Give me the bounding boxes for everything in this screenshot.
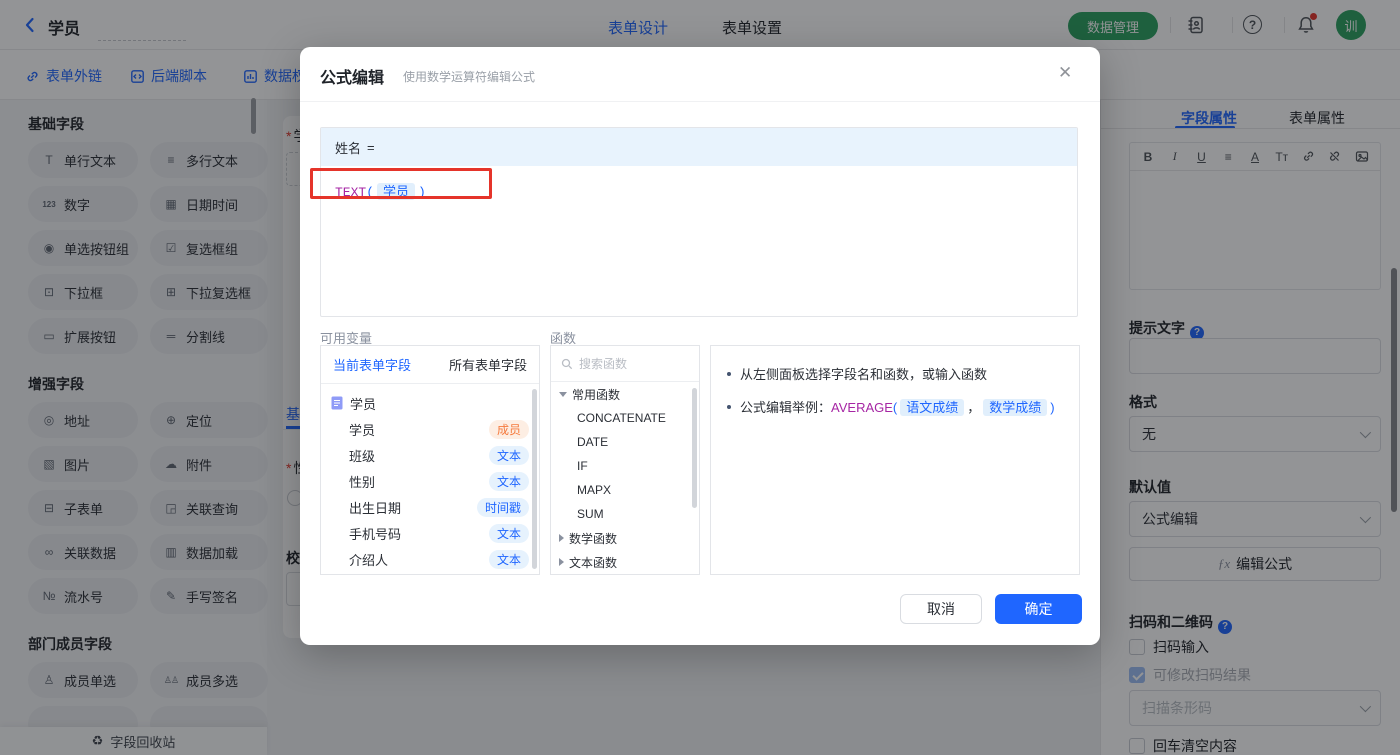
form-doc-icon	[331, 396, 343, 410]
variable-name: 学员	[349, 422, 376, 438]
formula-open-paren: (	[366, 185, 375, 200]
example-field-chip: 数学成绩	[983, 399, 1048, 416]
group-label: 常用函数	[572, 387, 621, 402]
variable-name: 出生日期	[349, 500, 402, 516]
function-item[interactable]: MAPX	[551, 478, 699, 502]
formula-help-panel: 从左侧面板选择字段名和函数，或输入函数 公式编辑举例：AVERAGE(语文成绩，…	[710, 345, 1080, 575]
example-open-paren: (	[892, 400, 898, 415]
variable-row[interactable]: 出生日期 时间戳	[321, 494, 539, 520]
variable-name: 介绍人	[349, 552, 389, 568]
function-item[interactable]: SUM	[551, 502, 699, 526]
help-line-2: 公式编辑举例：AVERAGE(语文成绩，数学成绩)	[727, 397, 1063, 416]
formula-equals: =	[367, 139, 375, 155]
group-label: 文本函数	[569, 555, 618, 570]
variable-row[interactable]: 手机号码 文本	[321, 520, 539, 546]
example-close-paren: )	[1050, 400, 1055, 415]
close-icon[interactable]: ✕	[1058, 63, 1072, 83]
variable-row[interactable]: 班级 文本	[321, 442, 539, 468]
formula-editor-modal: 公式编辑 使用数学运算符编辑公式 ✕ 姓名 = TEXT(学员) 可用变量 函数…	[300, 47, 1100, 645]
caret-right-icon	[559, 534, 564, 542]
example-function: AVERAGE	[831, 400, 893, 415]
variables-tabs: 当前表单字段 所有表单字段	[321, 346, 539, 384]
function-group-math[interactable]: 数学函数	[551, 526, 699, 550]
caret-down-icon	[559, 391, 567, 397]
bullet-icon	[727, 404, 731, 409]
example-field-chip: 语文成绩	[900, 399, 965, 416]
type-tag-text: 文本	[488, 523, 529, 543]
formula-function-token: TEXT	[335, 185, 367, 200]
function-search[interactable]	[551, 346, 699, 382]
variables-scrollbar[interactable]	[532, 389, 537, 569]
tab-current-form-fields[interactable]: 当前表单字段	[333, 355, 411, 374]
help-example-prefix: 公式编辑举例：	[740, 400, 832, 415]
caret-right-icon	[559, 558, 564, 566]
modal-title: 公式编辑	[320, 70, 385, 87]
app-screen: 学员 表单设计 表单设置 数据管理 ? 训 表单外链 后端脚本 数据权 预览	[0, 0, 1400, 755]
formula-target-bar: 姓名 =	[321, 128, 1077, 166]
variables-panel: 当前表单字段 所有表单字段 学员 学员 成员 班级 文本 性别 文本 出生日期 时间戳 …	[320, 345, 540, 575]
formula-target-field: 姓名	[335, 140, 362, 156]
modal-subtitle: 使用数学运算符编辑公式	[403, 70, 536, 84]
variable-row[interactable]: 性别 文本	[321, 468, 539, 494]
group-label: 数学函数	[569, 531, 618, 546]
variable-name: 手机号码	[349, 526, 402, 542]
cancel-button[interactable]: 取消	[900, 594, 982, 624]
variable-row[interactable]: 介绍人 文本	[321, 546, 539, 572]
formula-field-chip[interactable]: 学员	[377, 183, 416, 200]
functions-panel: 常用函数 CONCATENATE DATE IF MAPX SUM 数学函数 文…	[550, 345, 700, 575]
function-item[interactable]: IF	[551, 454, 699, 478]
function-group-text[interactable]: 文本函数	[551, 550, 699, 574]
variable-name: 性别	[349, 474, 376, 490]
formula-expression[interactable]: TEXT(学员)	[321, 166, 1077, 215]
variable-name: 班级	[349, 448, 376, 464]
functions-scrollbar[interactable]	[692, 388, 697, 508]
modal-header-divider	[300, 101, 1100, 102]
function-item[interactable]: DATE	[551, 430, 699, 454]
help-line-1: 从左侧面板选择字段名和函数，或输入函数	[727, 364, 1063, 383]
function-search-input[interactable]	[579, 356, 679, 371]
type-tag-text: 文本	[488, 471, 529, 491]
variables-root-node[interactable]: 学员	[321, 390, 539, 416]
bullet-icon	[727, 371, 731, 376]
help-example: 公式编辑举例：AVERAGE(语文成绩，数学成绩)	[740, 397, 1055, 416]
function-group-common[interactable]: 常用函数	[551, 382, 699, 406]
type-tag-member: 成员	[488, 419, 529, 439]
function-item[interactable]: CONCATENATE	[551, 406, 699, 430]
example-comma: ，	[967, 400, 981, 415]
variable-row[interactable]: 学员 成员	[321, 416, 539, 442]
type-tag-text: 文本	[488, 549, 529, 569]
search-icon	[561, 358, 573, 369]
root-label: 学员	[350, 396, 377, 412]
formula-input-area: 姓名 = TEXT(学员)	[320, 127, 1078, 317]
type-tag-timestamp: 时间戳	[476, 497, 529, 517]
help-text: 从左侧面板选择字段名和函数，或输入函数	[740, 367, 988, 382]
type-tag-text: 文本	[488, 445, 529, 465]
tab-all-form-fields[interactable]: 所有表单字段	[449, 355, 527, 374]
formula-close-paren: )	[418, 185, 426, 200]
confirm-button[interactable]: 确定	[995, 594, 1082, 624]
